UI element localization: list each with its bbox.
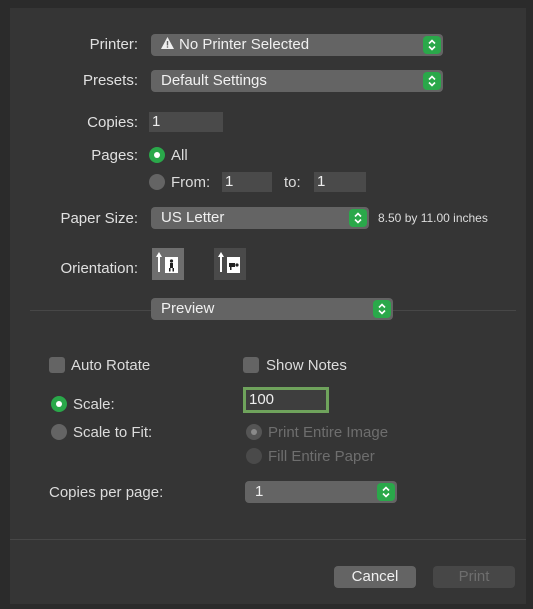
auto-rotate-checkbox[interactable] xyxy=(49,357,65,373)
copies-label: Copies: xyxy=(87,114,138,131)
fill-entire-paper-radio xyxy=(246,448,262,464)
portrait-orientation-button[interactable] xyxy=(152,248,184,280)
scale-to-fit-radio[interactable] xyxy=(51,424,67,440)
paper-size-value: US Letter xyxy=(161,209,225,226)
pages-label: Pages: xyxy=(91,147,138,164)
fill-entire-paper-label: Fill Entire Paper xyxy=(268,448,375,465)
scale-label: Scale: xyxy=(73,396,115,413)
presets-popup[interactable]: Default Settings xyxy=(151,70,443,92)
scale-radio[interactable] xyxy=(51,396,67,412)
printer-value: No Printer Selected xyxy=(179,36,310,53)
chevron-updown-icon xyxy=(377,483,395,501)
print-dialog: Printer: No Printer Selected Presets: De… xyxy=(10,8,526,604)
chevron-updown-icon xyxy=(373,300,391,318)
print-entire-image-radio xyxy=(246,424,262,440)
show-notes-label: Show Notes xyxy=(266,357,347,374)
landscape-orientation-button[interactable] xyxy=(214,248,246,280)
orientation-label: Orientation: xyxy=(60,260,138,277)
paper-dimensions: 8.50 by 11.00 inches xyxy=(378,211,488,225)
portrait-icon xyxy=(156,252,178,273)
copies-field[interactable]: 1 xyxy=(149,112,223,132)
pages-from-radio[interactable] xyxy=(149,174,165,190)
pages-to-field[interactable]: 1 xyxy=(314,172,366,192)
landscape-icon xyxy=(218,252,240,273)
footer-divider xyxy=(10,539,526,540)
paper-size-label: Paper Size: xyxy=(60,210,138,227)
scale-to-fit-label: Scale to Fit: xyxy=(73,424,153,441)
print-button[interactable]: Print xyxy=(433,566,515,588)
chevron-updown-icon xyxy=(423,72,441,90)
auto-rotate-label: Auto Rotate xyxy=(71,357,151,374)
pages-from-label: From: xyxy=(171,174,211,191)
chevron-updown-icon xyxy=(423,36,441,54)
presets-label: Presets: xyxy=(82,72,138,89)
copies-per-page-label: Copies per page: xyxy=(49,484,164,501)
pages-from-field[interactable]: 1 xyxy=(222,172,272,192)
show-notes-checkbox[interactable] xyxy=(243,357,259,373)
pages-all-label: All xyxy=(171,147,188,164)
warning-icon xyxy=(161,34,174,56)
printer-popup[interactable]: No Printer Selected xyxy=(151,34,443,56)
print-entire-image-label: Print Entire Image xyxy=(268,424,389,441)
copies-per-page-popup[interactable]: 1 xyxy=(245,481,397,503)
section-value: Preview xyxy=(161,300,215,317)
cancel-button[interactable]: Cancel xyxy=(334,566,416,588)
presets-value: Default Settings xyxy=(161,72,267,89)
scale-field[interactable]: 100 xyxy=(243,387,329,413)
printer-label: Printer: xyxy=(89,36,138,53)
section-popup[interactable]: Preview xyxy=(151,298,393,320)
pages-all-radio[interactable] xyxy=(149,147,165,163)
paper-size-popup[interactable]: US Letter xyxy=(151,207,369,229)
chevron-updown-icon xyxy=(349,209,367,227)
pages-to-label: to: xyxy=(284,174,301,191)
copies-per-page-value: 1 xyxy=(255,483,264,500)
